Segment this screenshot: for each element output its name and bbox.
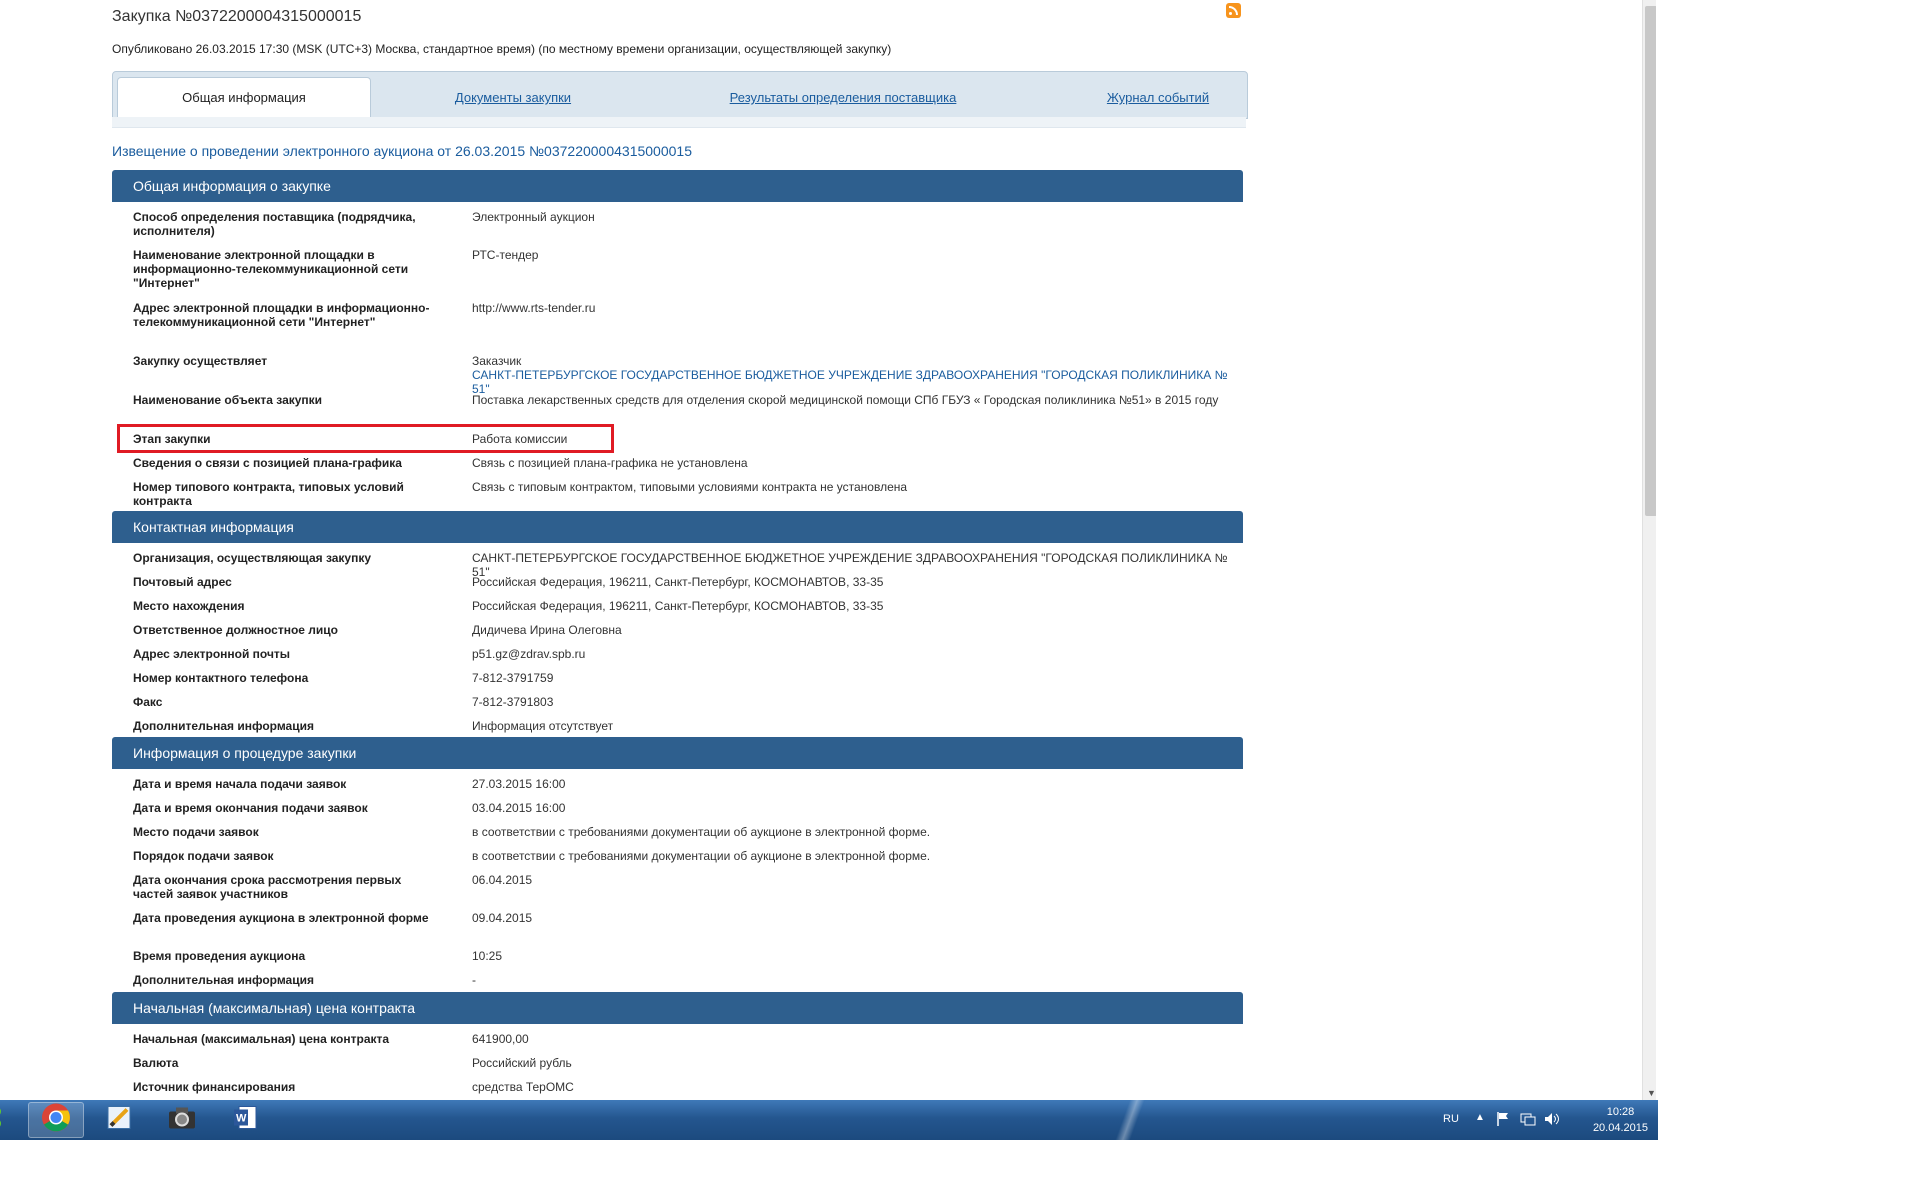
network-icon[interactable] xyxy=(1520,1112,1536,1152)
row-label: Адрес электронной площадки в информацион… xyxy=(133,301,430,329)
taskbar-app-paint[interactable] xyxy=(91,1102,147,1138)
row-value: Дидичева Ирина Олеговна xyxy=(472,623,622,637)
camera-icon xyxy=(167,1105,197,1136)
row-label: Место нахождения xyxy=(133,599,245,613)
row-label: Способ определения поставщика (подрядчик… xyxy=(133,210,416,238)
row-label: Закупку осуществляет xyxy=(133,354,268,368)
row-value: в соответствии с требованиями документац… xyxy=(472,849,931,863)
row-value: 641900,00 xyxy=(472,1032,529,1046)
section-header: Контактная информация xyxy=(112,511,1243,543)
row-value: 10:25 xyxy=(472,949,503,963)
page-title: Закупка №0372200004315000015 xyxy=(112,8,362,25)
taskbar: W RU ▲ 10:28 20.04.2015 xyxy=(0,1100,1658,1140)
row-value: 7-812-3791803 xyxy=(472,695,554,709)
volume-icon[interactable] xyxy=(1544,1112,1562,1152)
start-button[interactable] xyxy=(0,1102,8,1138)
clock-date: 20.04.2015 xyxy=(1592,1122,1648,1134)
row-label: Ответственное должностное лицо xyxy=(133,623,338,637)
row-label: Источник финансирования xyxy=(133,1080,296,1094)
section-header: Начальная (максимальная) цена контракта xyxy=(112,992,1243,1024)
row-label: Дополнительная информация xyxy=(133,973,314,987)
row-value: Российская Федерация, 196211, Санкт-Пете… xyxy=(472,575,884,589)
tab-event-log[interactable]: Журнал событий xyxy=(1073,78,1243,118)
row-label: Дата окончания срока рассмотрения первых… xyxy=(133,873,402,901)
show-hidden-icons[interactable]: ▲ xyxy=(1475,1112,1485,1152)
row-label: Дата и время начала подачи заявок xyxy=(133,777,347,791)
row-label: Наименование электронной площадки в инфо… xyxy=(133,248,409,290)
tab-underline xyxy=(112,117,1246,128)
scrollbar-thumb[interactable] xyxy=(1645,6,1656,516)
clock-time: 10:28 xyxy=(1606,1106,1635,1118)
row-value: средства ТерОМС xyxy=(472,1080,574,1094)
row-value: Поставка лекарственных средств для отдел… xyxy=(472,393,1219,407)
section-price: Начальная (максимальная) цена контракта … xyxy=(112,992,1243,1100)
published-info: Опубликовано 26.03.2015 17:30 (MSK (UTC+… xyxy=(112,42,892,56)
tab-general-info[interactable]: Общая информация xyxy=(117,77,371,120)
system-clock[interactable]: 10:28 20.04.2015 xyxy=(1593,1104,1648,1136)
row-label: Номер типового контракта, типовых услови… xyxy=(133,480,404,508)
row-label: Дата проведения аукциона в электронной ф… xyxy=(133,911,429,925)
tab-bar: Общая информация Документы закупки Резул… xyxy=(112,71,1248,120)
row-value: - xyxy=(472,973,476,987)
scroll-down-arrow-icon[interactable]: ▼ xyxy=(1647,1088,1656,1098)
rss-icon[interactable] xyxy=(1226,3,1241,18)
row-label: Время проведения аукциона xyxy=(133,949,306,963)
row-value: 09.04.2015 xyxy=(472,911,533,925)
taskbar-app-chrome[interactable] xyxy=(28,1102,84,1138)
paint-icon xyxy=(105,1104,133,1137)
row-label: Номер контактного телефона xyxy=(133,671,309,685)
row-label: Организация, осуществляющая закупку xyxy=(133,551,372,565)
windows-start-icon xyxy=(0,1106,6,1135)
row-value: Связь с позицией плана-графика не устано… xyxy=(472,456,748,470)
row-label: Место подачи заявок xyxy=(133,825,259,839)
svg-text:W: W xyxy=(236,1113,247,1125)
row-value: Заказчик САНКТ-ПЕТЕРБУРГСКОЕ ГОСУДАРСТВЕ… xyxy=(472,354,1232,396)
taskbar-app-word[interactable]: W xyxy=(217,1102,273,1138)
row-label: Сведения о связи с позицией плана-график… xyxy=(133,456,402,470)
row-value: 06.04.2015 xyxy=(472,873,533,887)
browser-viewport: Закупка №0372200004315000015 Опубликован… xyxy=(0,0,1656,1100)
section-contact: Контактная информация Организация, осуще… xyxy=(112,511,1243,739)
taskbar-app-camera[interactable] xyxy=(154,1102,210,1138)
row-value: 03.04.2015 16:00 xyxy=(472,801,566,815)
language-indicator[interactable]: RU xyxy=(1443,1113,1459,1153)
section-general: Общая информация о закупке Способ опреде… xyxy=(112,170,1243,510)
row-value: Российская Федерация, 196211, Санкт-Пете… xyxy=(472,599,884,613)
row-value: p51.gz@zdrav.spb.ru xyxy=(472,647,586,661)
word-icon: W xyxy=(231,1104,259,1137)
row-label: Дата и время окончания подачи заявок xyxy=(133,801,368,815)
customer-type: Заказчик xyxy=(472,354,522,368)
notice-link[interactable]: Извещение о проведении электронного аукц… xyxy=(112,143,692,159)
tab-supplier-results[interactable]: Результаты определения поставщика xyxy=(673,78,1013,118)
row-label: Начальная (максимальная) цена контракта xyxy=(133,1032,390,1046)
row-label: Адрес электронной почты xyxy=(133,647,291,661)
row-label: Факс xyxy=(133,695,163,709)
tab-documents[interactable]: Документы закупки xyxy=(413,78,613,118)
section-header: Информация о процедуре закупки xyxy=(112,737,1243,769)
row-label: Порядок подачи заявок xyxy=(133,849,274,863)
row-value: Связь с типовым контрактом, типовыми усл… xyxy=(472,480,908,494)
action-center-flag-icon[interactable] xyxy=(1496,1111,1510,1151)
taskbar-decoration xyxy=(1100,1100,1160,1140)
row-value: Российский рубль xyxy=(472,1056,572,1070)
vertical-scrollbar[interactable]: ▼ xyxy=(1642,0,1656,1100)
row-value: http://www.rts-tender.ru xyxy=(472,301,596,315)
row-value: Электронный аукцион xyxy=(472,210,595,224)
row-label: Наименование объекта закупки xyxy=(133,393,323,407)
stage-highlight-box xyxy=(117,424,614,453)
row-label: Дополнительная информация xyxy=(133,719,314,733)
row-value: 7-812-3791759 xyxy=(472,671,554,685)
row-label: Валюта xyxy=(133,1056,179,1070)
row-label: Почтовый адрес xyxy=(133,575,232,589)
row-value: в соответствии с требованиями документац… xyxy=(472,825,931,839)
customer-link[interactable]: САНКТ-ПЕТЕРБУРГСКОЕ ГОСУДАРСТВЕННОЕ БЮДЖ… xyxy=(472,368,1232,396)
row-value: 27.03.2015 16:00 xyxy=(472,777,566,791)
row-value: Информация отсутствует xyxy=(472,719,614,733)
chrome-icon xyxy=(41,1103,71,1138)
section-header: Общая информация о закупке xyxy=(112,170,1243,202)
row-value: РТС-тендер xyxy=(472,248,539,262)
section-procedure: Информация о процедуре закупки Дата и вр… xyxy=(112,737,1243,992)
